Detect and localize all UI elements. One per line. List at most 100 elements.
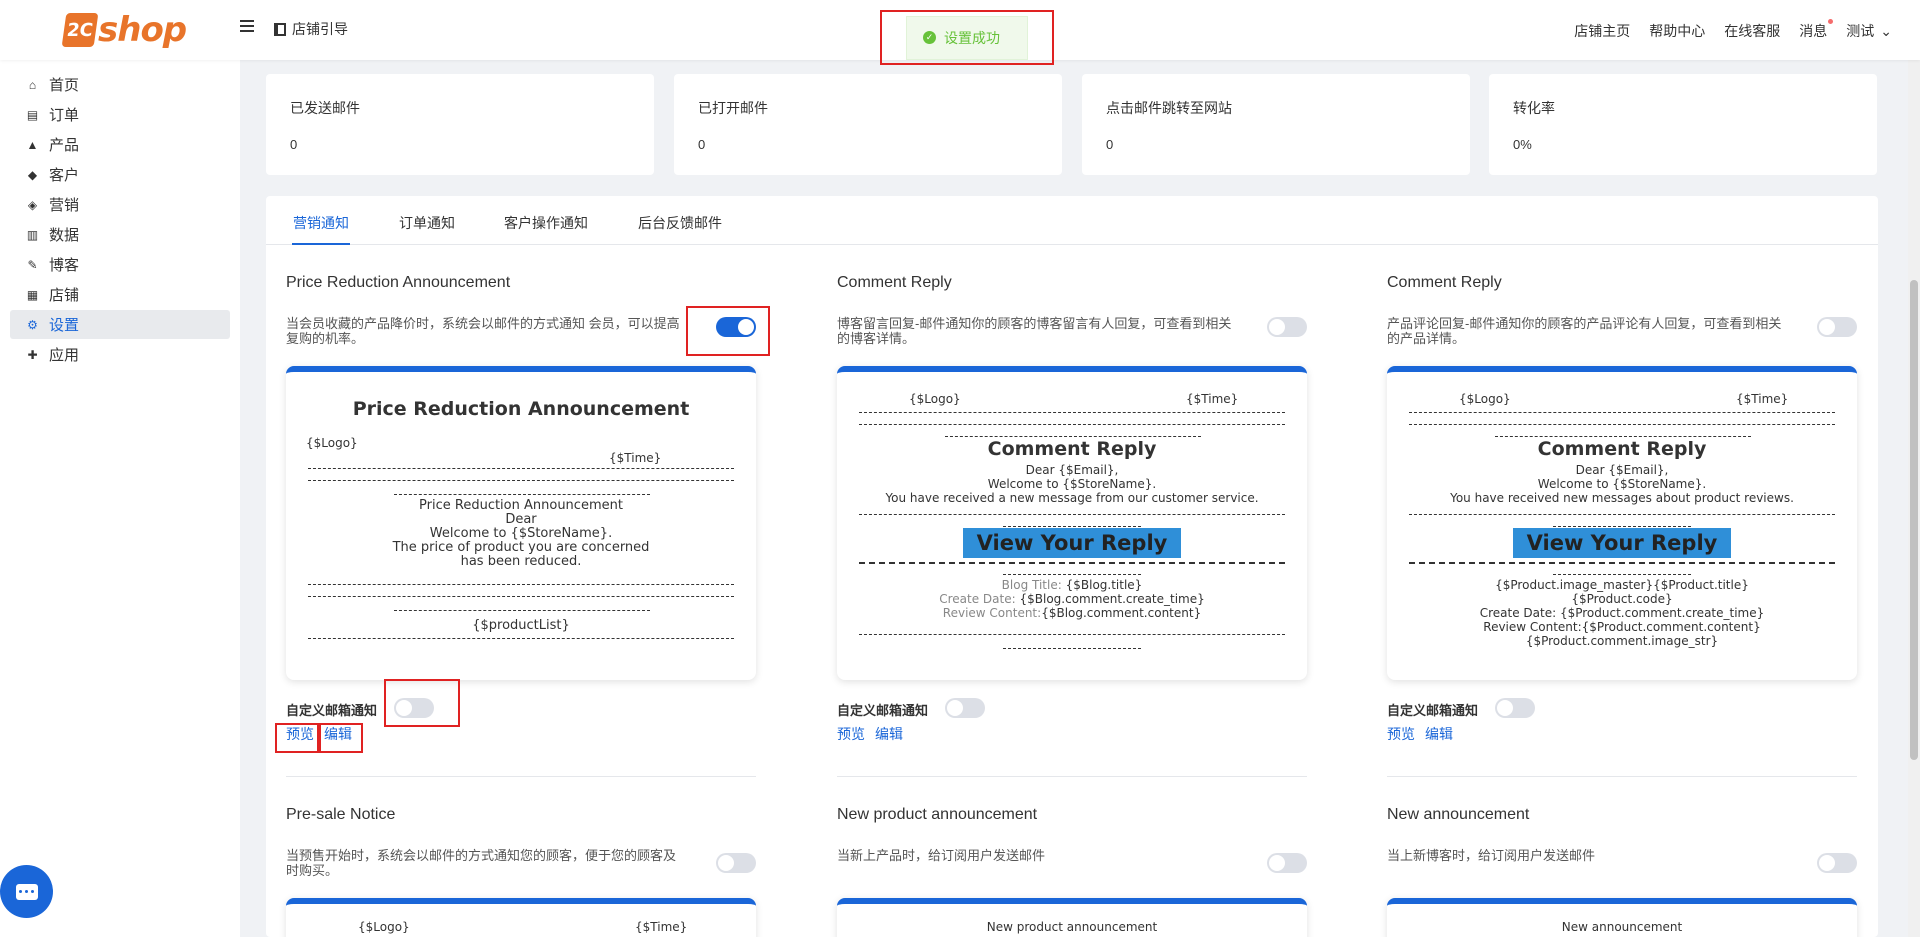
- edit-icon: ✎: [27, 257, 38, 272]
- tab-active-underline: [292, 243, 350, 245]
- detail-label: Create Date:: [939, 592, 1016, 606]
- bar-chart-icon: ▥: [26, 227, 39, 242]
- sidebar-item[interactable]: ◆ 客户: [10, 160, 230, 189]
- dashed-rule: [308, 638, 734, 639]
- enable-toggle[interactable]: [1267, 317, 1307, 337]
- detail-label: Review Content:: [942, 606, 1042, 620]
- preview-review-content: Review Content:{$Blog.comment.content}: [837, 606, 1307, 620]
- tab-backend-feedback[interactable]: 后台反馈邮件: [638, 213, 722, 233]
- section-divider: [1387, 776, 1857, 777]
- stat-clicked: 点击邮件跳转至网站 0: [1082, 74, 1470, 175]
- card-title: Comment Reply: [1387, 274, 1502, 291]
- chat-button[interactable]: [0, 865, 53, 918]
- sidebar-item[interactable]: ✚ 应用: [10, 340, 230, 369]
- sidebar-item[interactable]: ▲ 产品: [10, 130, 230, 159]
- sidebar-item[interactable]: ▦ 店铺: [10, 280, 230, 309]
- edit-link[interactable]: 编辑: [1425, 724, 1453, 744]
- sidebar-item-label: 应用: [49, 347, 80, 364]
- card-blog-comment-reply: Comment Reply 博客留言回复-邮件通知你的顾客的博客留言有人回复，可…: [837, 274, 1307, 744]
- home-icon: ⌂: [28, 77, 37, 92]
- preview-logo: {$Logo}: [909, 392, 961, 406]
- store-icon: ▦: [26, 287, 39, 302]
- nav-help-center[interactable]: 帮助中心: [1649, 21, 1705, 41]
- logo[interactable]: 2C shop: [61, 10, 187, 50]
- dashed-rule: [1495, 436, 1751, 437]
- enable-toggle[interactable]: [1267, 853, 1307, 873]
- nav-online-service[interactable]: 在线客服: [1724, 21, 1780, 41]
- menu-toggle-icon[interactable]: [240, 20, 254, 32]
- stat-label: 已打开邮件: [698, 100, 768, 116]
- dashed-rule: [945, 436, 1201, 437]
- success-toast: ✓ 设置成功: [906, 15, 1028, 60]
- custom-email-label: 自定义邮箱通知: [837, 703, 929, 718]
- sidebar-item[interactable]: ⚙ 设置: [10, 310, 230, 339]
- preview-product-code: {$Product.code}: [1571, 592, 1673, 606]
- sidebar-item[interactable]: ▥ 数据: [10, 220, 230, 249]
- preview-line: Price Reduction Announcement: [419, 498, 623, 513]
- enable-toggle[interactable]: [1817, 853, 1857, 873]
- tab-marketing[interactable]: 营销通知: [293, 213, 349, 233]
- sidebar-item-label: 博客: [49, 257, 80, 274]
- preview-heading: New product announcement: [986, 920, 1158, 934]
- highlight-custom-toggle: [384, 679, 460, 727]
- stat-value: 0: [698, 137, 706, 152]
- sidebar-item[interactable]: ✎ 博客: [10, 250, 230, 279]
- sidebar-item-label: 产品: [49, 137, 80, 154]
- nav-messages[interactable]: 消息: [1799, 19, 1834, 41]
- store-guide-link[interactable]: 店铺引导: [274, 19, 348, 39]
- sidebar-item-label: 客户: [49, 167, 80, 184]
- enable-toggle[interactable]: [1817, 317, 1857, 337]
- edit-link[interactable]: 编辑: [875, 724, 903, 744]
- card-description: 当新上产品时，给订阅用户发送邮件: [837, 848, 1046, 863]
- preview-line: has been reduced.: [460, 554, 582, 569]
- card-description: 产品评论回复-邮件通知你的顾客的产品评论有人回复，可查看到相关的产品详情。: [1387, 316, 1782, 346]
- bag-icon: ▲: [26, 137, 39, 152]
- tab-customer-action[interactable]: 客户操作通知: [504, 213, 588, 233]
- dashed-rule: [1553, 574, 1691, 575]
- card-title: Price Reduction Announcement: [286, 274, 511, 291]
- scrollbar-thumb[interactable]: [1910, 280, 1918, 760]
- highlight-edit: [317, 723, 363, 753]
- preview-time: {$Time}: [1736, 392, 1789, 406]
- highlight-enable-toggle: [686, 306, 770, 356]
- detail-value: {$Blog.title}: [1065, 578, 1143, 592]
- dashed-rule: [394, 610, 650, 611]
- dashed-rule: [308, 596, 734, 597]
- card-new-product: New product announcement 当新上产品时，给订阅用户发送邮…: [837, 806, 1307, 937]
- dashed-rule: [1409, 424, 1835, 425]
- dashed-rule: [308, 468, 734, 469]
- section-divider: [286, 776, 756, 777]
- logo-mark: 2C: [61, 13, 99, 47]
- sidebar-item-label: 订单: [49, 107, 80, 124]
- sidebar-item[interactable]: ◈ 营销: [10, 190, 230, 219]
- custom-email-label: 自定义邮箱通知: [286, 703, 378, 718]
- preview-link[interactable]: 预览: [837, 724, 865, 744]
- preview-link[interactable]: 预览: [1387, 724, 1415, 744]
- preview-create-date: Create Date: {$Blog.comment.create_time}: [837, 592, 1307, 606]
- card-description: 当预售开始时，系统会以邮件的方式通知您的顾客，便于您的顾客及时购买。: [286, 848, 677, 878]
- scrollbar[interactable]: [1908, 60, 1920, 937]
- card-title: New announcement: [1387, 806, 1530, 823]
- dashed-rule: [1003, 648, 1141, 649]
- enable-toggle[interactable]: [716, 853, 756, 873]
- sidebar-item[interactable]: ▤ 订单: [10, 100, 230, 129]
- tab-order[interactable]: 订单通知: [399, 213, 455, 233]
- chat-bubble-icon: [15, 883, 38, 900]
- dashed-rule: [859, 562, 1285, 564]
- custom-email-toggle[interactable]: [945, 698, 985, 718]
- sidebar-item-label: 设置: [49, 317, 80, 334]
- detail-value: {$Blog.comment.create_time}: [1019, 592, 1205, 606]
- dashed-rule: [394, 494, 650, 495]
- sidebar-item[interactable]: ⌂ 首页: [10, 70, 230, 99]
- dashed-rule: [1409, 412, 1835, 413]
- preview-heading: Comment Reply: [1537, 438, 1707, 460]
- view-reply-button: View Your Reply: [963, 528, 1181, 558]
- card-actions: 预览 编辑: [1387, 724, 1453, 744]
- card-title: New product announcement: [837, 806, 1038, 823]
- gear-icon: ⚙: [27, 317, 38, 332]
- nav-store-home[interactable]: 店铺主页: [1574, 21, 1630, 41]
- section-divider: [837, 776, 1307, 777]
- user-menu[interactable]: 测试: [1846, 21, 1892, 41]
- sidebar-item-label: 数据: [49, 227, 80, 244]
- custom-email-toggle[interactable]: [1495, 698, 1535, 718]
